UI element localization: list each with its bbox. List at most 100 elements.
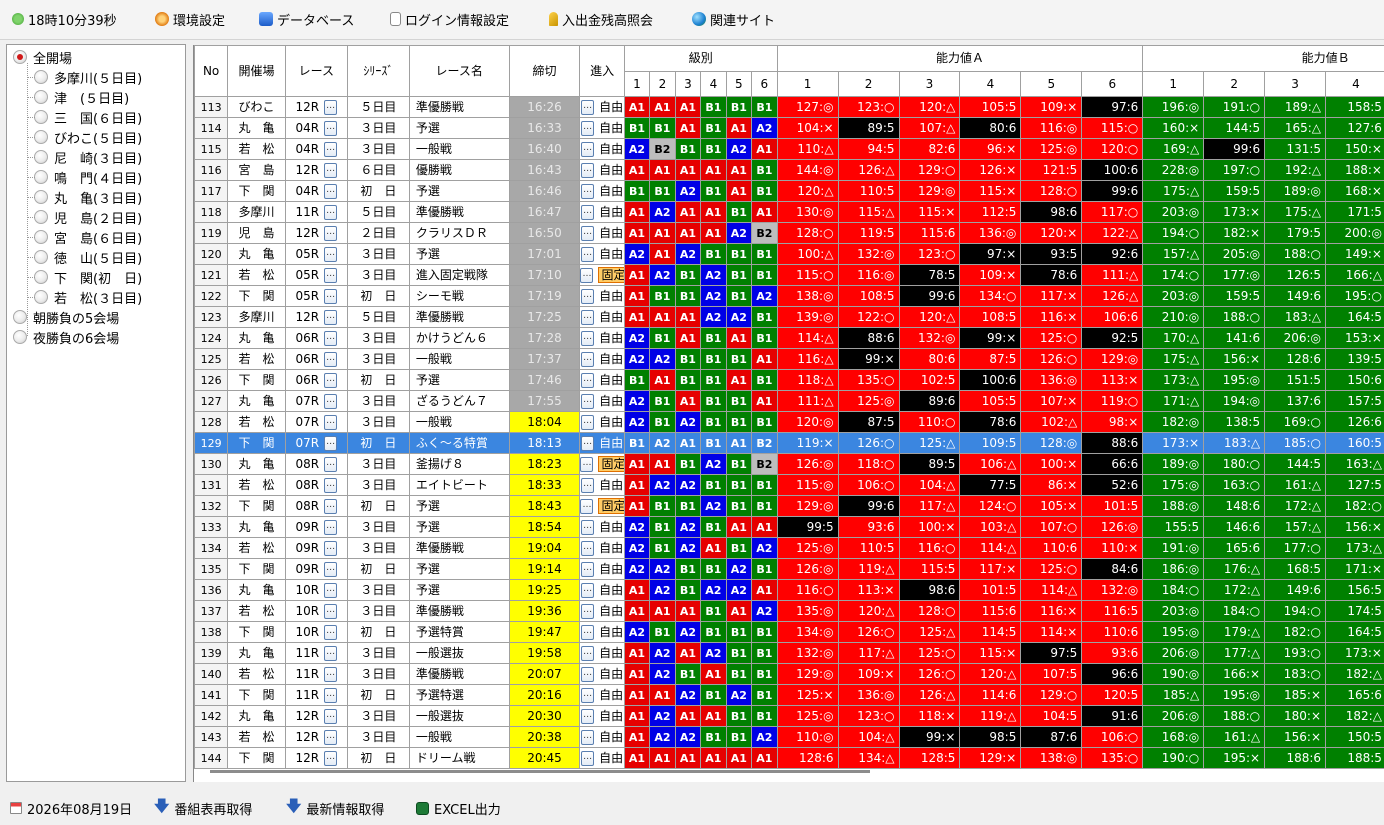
entry-cell[interactable]: … 自由 bbox=[579, 663, 625, 685]
race-cell[interactable]: 05R… bbox=[284, 285, 348, 307]
ability-b-cell[interactable]: 173:△ bbox=[1325, 537, 1384, 559]
ability-b-cell[interactable]: 168:5 bbox=[1264, 558, 1327, 580]
ability-a-cell[interactable]: 97:× bbox=[959, 243, 1022, 265]
ability-a-cell[interactable]: 126:○ bbox=[837, 621, 900, 643]
radio-icon[interactable] bbox=[34, 210, 48, 224]
race-detail-button[interactable]: … bbox=[324, 183, 338, 199]
ability-b-cell[interactable]: 168:◎ bbox=[1142, 726, 1205, 748]
row-number[interactable]: 143 bbox=[194, 726, 229, 748]
class-cell[interactable]: B1 bbox=[700, 684, 727, 706]
class-cell[interactable]: B1 bbox=[649, 537, 676, 559]
entry-cell[interactable]: … 自由 bbox=[579, 159, 625, 181]
ability-a-cell[interactable]: 124:○ bbox=[959, 495, 1022, 517]
series-cell[interactable]: 初 日 bbox=[346, 495, 410, 517]
ability-a-cell[interactable]: 114:△ bbox=[1020, 579, 1083, 601]
race-name-cell[interactable]: 釜揚げ８ bbox=[408, 453, 510, 475]
header-ability-a-lane[interactable]: 6 bbox=[1081, 71, 1144, 97]
class-cell[interactable]: A1 bbox=[649, 222, 676, 244]
ability-a-cell[interactable]: 125:× bbox=[776, 684, 839, 706]
class-cell[interactable]: B1 bbox=[700, 348, 727, 370]
ability-b-cell[interactable]: 182:△ bbox=[1325, 705, 1384, 727]
class-cell[interactable]: A1 bbox=[623, 201, 651, 223]
entry-detail-button[interactable]: … bbox=[581, 393, 595, 409]
ability-a-cell[interactable]: 107:× bbox=[1020, 390, 1083, 412]
class-cell[interactable]: B1 bbox=[725, 264, 753, 286]
race-detail-button[interactable]: … bbox=[324, 645, 338, 661]
deadline-cell[interactable]: 18:54 bbox=[508, 516, 581, 538]
class-cell[interactable]: A1 bbox=[674, 390, 702, 412]
ability-b-cell[interactable]: 189:◎ bbox=[1264, 180, 1327, 202]
class-cell[interactable]: A1 bbox=[700, 705, 727, 727]
deadline-cell[interactable]: 17:10 bbox=[508, 264, 581, 286]
tree-node-venue[interactable]: 徳 山(５日目) bbox=[34, 247, 142, 267]
class-cell[interactable]: A1 bbox=[700, 201, 727, 223]
ability-a-cell[interactable]: 99:× bbox=[959, 327, 1022, 349]
ability-b-cell[interactable]: 197:○ bbox=[1203, 159, 1266, 181]
deadline-cell[interactable]: 19:25 bbox=[508, 579, 581, 601]
race-detail-button[interactable]: … bbox=[324, 288, 338, 304]
series-cell[interactable]: ３日目 bbox=[346, 600, 410, 622]
ability-a-cell[interactable]: 105:5 bbox=[959, 96, 1022, 118]
ability-a-cell[interactable]: 98:6 bbox=[898, 579, 961, 601]
class-cell[interactable]: B2 bbox=[751, 453, 778, 475]
ability-a-cell[interactable]: 126:△ bbox=[898, 684, 961, 706]
class-cell[interactable]: A2 bbox=[623, 348, 651, 370]
ability-a-cell[interactable]: 108:5 bbox=[959, 306, 1022, 328]
race-name-cell[interactable]: 一般戦 bbox=[408, 348, 510, 370]
race-detail-button[interactable]: … bbox=[324, 687, 338, 703]
class-cell[interactable]: A1 bbox=[725, 747, 753, 769]
ability-a-cell[interactable]: 138:◎ bbox=[776, 285, 839, 307]
entry-cell[interactable]: … 自由 bbox=[579, 516, 625, 538]
ability-a-cell[interactable]: 99:5 bbox=[776, 516, 839, 538]
class-cell[interactable]: A2 bbox=[725, 579, 753, 601]
row-number[interactable]: 140 bbox=[194, 663, 229, 685]
class-cell[interactable]: A2 bbox=[725, 684, 753, 706]
race-detail-button[interactable]: … bbox=[324, 393, 338, 409]
ability-a-cell[interactable]: 101:5 bbox=[1081, 495, 1144, 517]
ability-a-cell[interactable]: 119:× bbox=[776, 432, 839, 454]
ability-a-cell[interactable]: 115:× bbox=[959, 180, 1022, 202]
series-cell[interactable]: ３日目 bbox=[346, 663, 410, 685]
class-cell[interactable]: B1 bbox=[751, 684, 778, 706]
ability-a-cell[interactable]: 120:△ bbox=[898, 96, 961, 118]
ability-a-cell[interactable]: 115:○ bbox=[1081, 117, 1144, 139]
race-name-cell[interactable]: エイトビート bbox=[408, 474, 510, 496]
race-cell[interactable]: 08R… bbox=[284, 495, 348, 517]
ability-a-cell[interactable]: 122:○ bbox=[837, 306, 900, 328]
class-cell[interactable]: A1 bbox=[674, 432, 702, 454]
ability-a-cell[interactable]: 114:6 bbox=[959, 684, 1022, 706]
ability-b-cell[interactable]: 127:5 bbox=[1325, 474, 1384, 496]
entry-cell[interactable]: … 自由 bbox=[579, 348, 625, 370]
race-detail-button[interactable]: … bbox=[324, 666, 338, 682]
ability-a-cell[interactable]: 117:× bbox=[1020, 285, 1083, 307]
ability-a-cell[interactable]: 105:5 bbox=[959, 390, 1022, 412]
class-cell[interactable]: A2 bbox=[649, 558, 676, 580]
tree-node-venue[interactable]: 若 松(３日目) bbox=[34, 287, 142, 307]
entry-detail-button[interactable]: … bbox=[581, 519, 595, 535]
tree-node-morning-group[interactable]: 朝勝負の5会場 bbox=[13, 307, 119, 327]
ability-b-cell[interactable]: 189:△ bbox=[1264, 96, 1327, 118]
ability-a-cell[interactable]: 116:5 bbox=[1081, 600, 1144, 622]
ability-b-cell[interactable]: 228:◎ bbox=[1142, 159, 1205, 181]
ability-b-cell[interactable]: 141:6 bbox=[1203, 327, 1266, 349]
ability-a-cell[interactable]: 125:△ bbox=[898, 432, 961, 454]
series-cell[interactable]: ５日目 bbox=[346, 306, 410, 328]
ability-b-cell[interactable]: 206:◎ bbox=[1142, 642, 1205, 664]
ability-a-cell[interactable]: 87:6 bbox=[1020, 726, 1083, 748]
race-cell[interactable]: 09R… bbox=[284, 537, 348, 559]
class-cell[interactable]: B1 bbox=[751, 705, 778, 727]
ability-a-cell[interactable]: 125:○ bbox=[898, 642, 961, 664]
class-cell[interactable]: A1 bbox=[674, 222, 702, 244]
ability-a-cell[interactable]: 106:○ bbox=[1081, 726, 1144, 748]
ability-a-cell[interactable]: 116:× bbox=[1020, 600, 1083, 622]
table-row[interactable]: 128 若 松 07R… ３日目 一般戦 18:04… 自由 A2 B1 A2 B1 B1 B1 120:… bbox=[194, 411, 1384, 433]
ability-a-cell[interactable]: 104:5 bbox=[1020, 705, 1083, 727]
class-cell[interactable]: A1 bbox=[623, 264, 651, 286]
class-cell[interactable]: B1 bbox=[751, 264, 778, 286]
ability-b-cell[interactable]: 144:5 bbox=[1203, 117, 1266, 139]
class-cell[interactable]: B1 bbox=[674, 495, 702, 517]
ability-a-cell[interactable]: 125:◎ bbox=[776, 705, 839, 727]
class-cell[interactable]: A1 bbox=[674, 117, 702, 139]
class-cell[interactable]: A1 bbox=[674, 600, 702, 622]
table-row[interactable]: 129 下 関 07R… 初 日ふく～る特賞 18:13… 自由 B1 A2 A1 B1 A1 B2 1… bbox=[194, 432, 1384, 454]
